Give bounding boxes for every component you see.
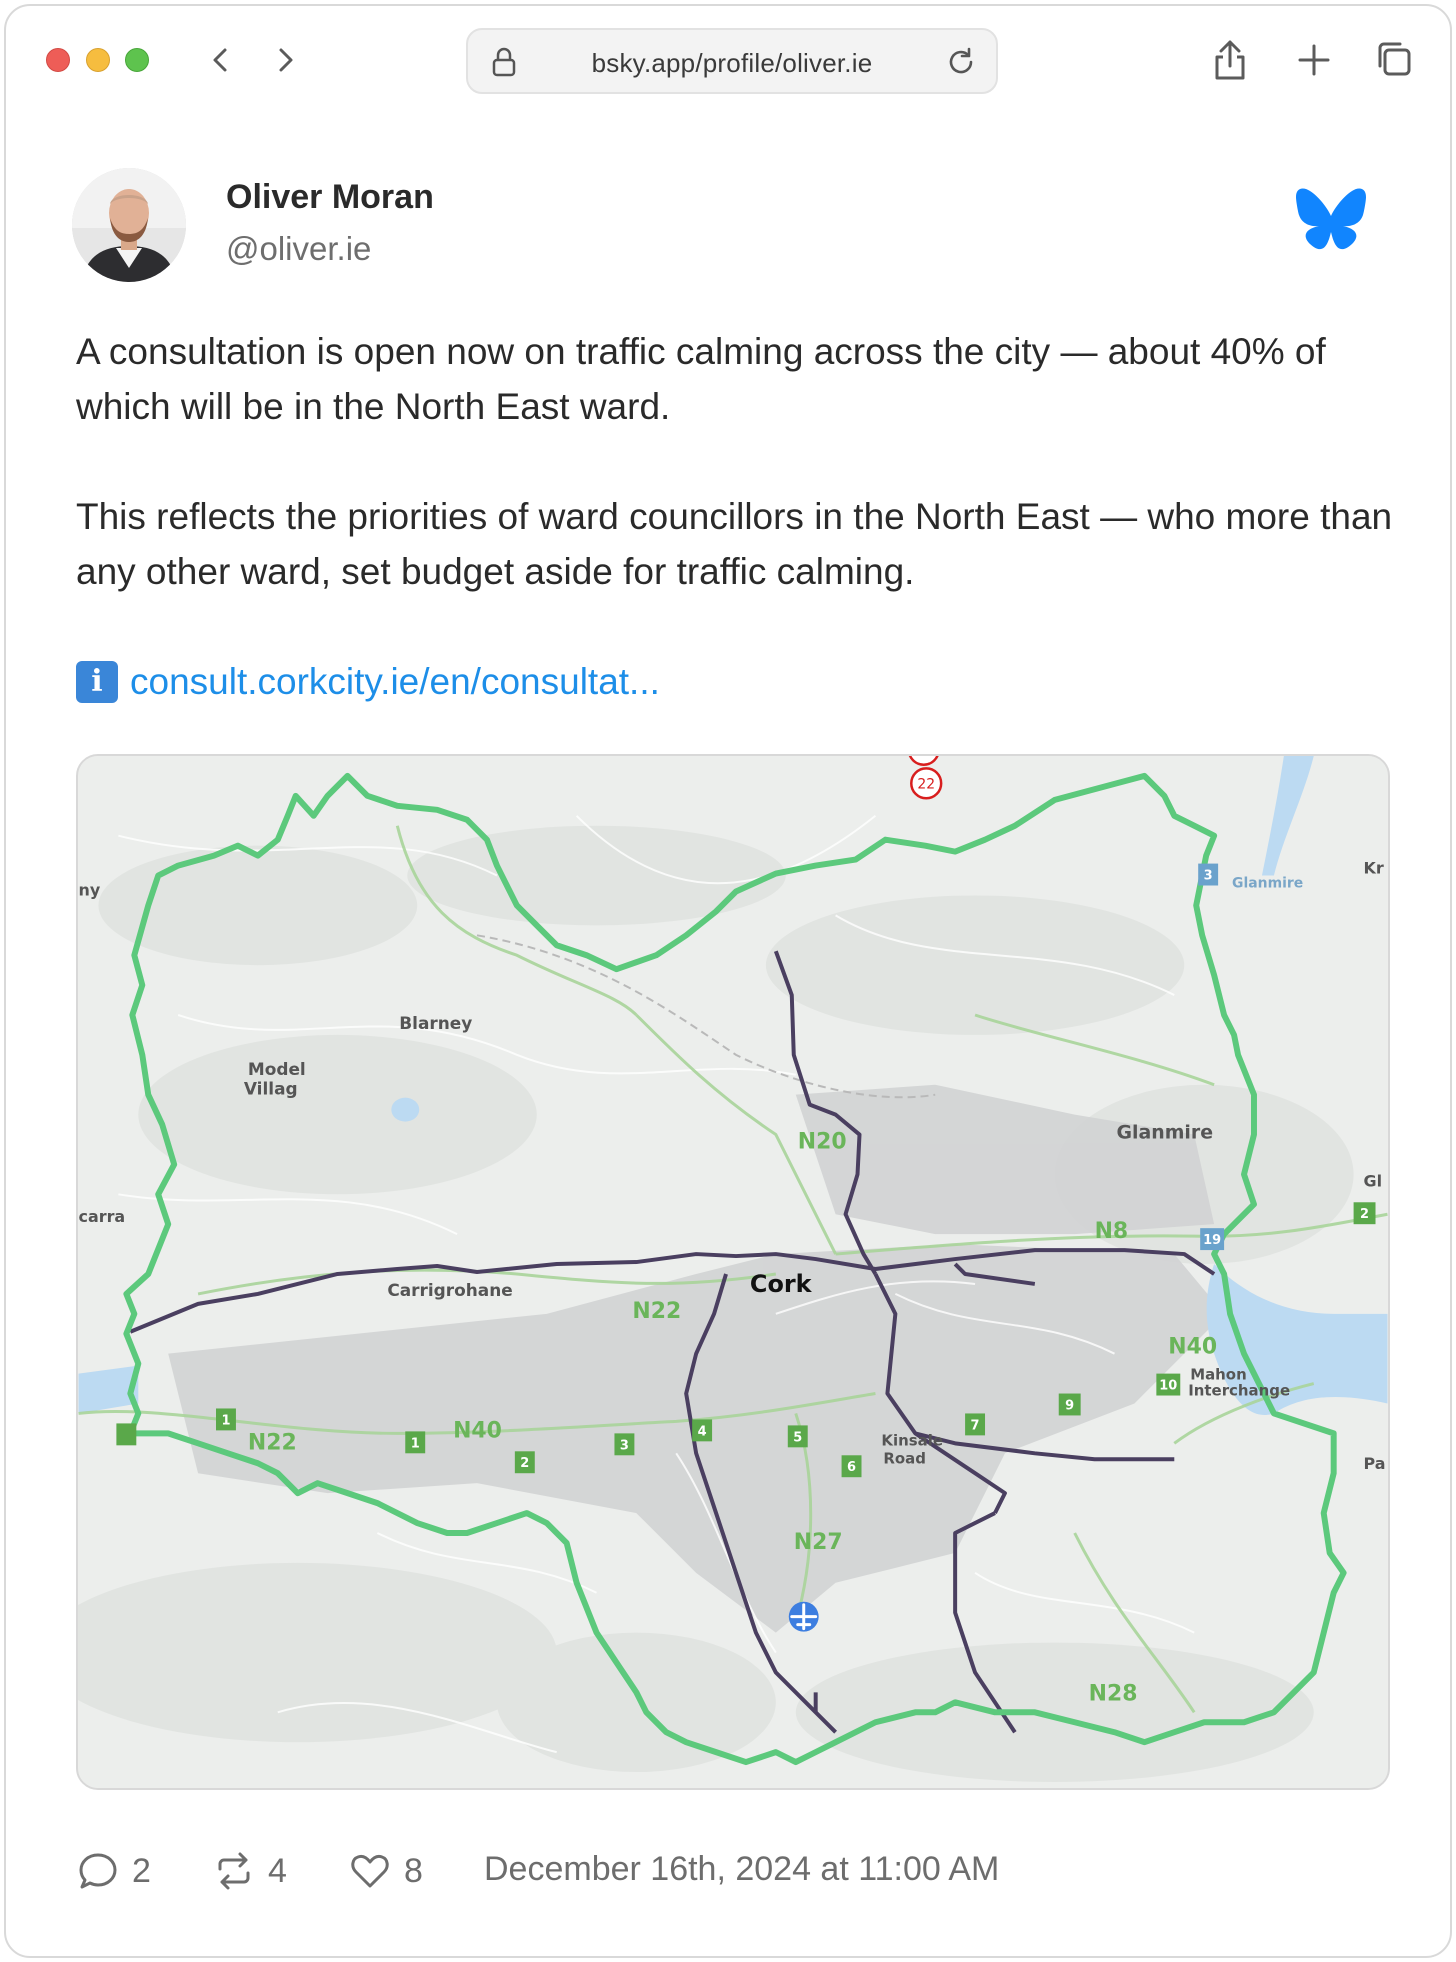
post-body: A consultation is open now on traffic ca… <box>76 324 1406 654</box>
like-count: 8 <box>404 1851 423 1890</box>
browser-window: bsky.app/profile/oliver.ie Oliver Moran <box>4 4 1452 1958</box>
post-paragraph: A consultation is open now on traffic ca… <box>76 331 1326 427</box>
svg-text:1: 1 <box>221 1413 230 1428</box>
place-label: Blarney <box>399 1013 472 1033</box>
svg-text:7: 7 <box>971 1418 980 1433</box>
repost-button[interactable]: 4 <box>212 1846 287 1896</box>
svg-text:19: 19 <box>1203 1233 1221 1248</box>
place-label: Cork <box>750 1270 813 1298</box>
road-label: N22 <box>632 1299 681 1324</box>
place-label: Glanmire <box>1117 1122 1214 1144</box>
svg-text:5: 5 <box>793 1430 802 1445</box>
zoom-window-button[interactable] <box>125 48 149 72</box>
map-marker-label: 21 <box>915 756 933 759</box>
svg-text:2: 2 <box>1360 1207 1369 1222</box>
author-handle[interactable]: @oliver.ie <box>226 230 371 268</box>
repost-icon <box>218 1852 250 1890</box>
svg-text:2: 2 <box>520 1456 529 1471</box>
place-label: Villag <box>244 1079 298 1099</box>
tabs-icon <box>1378 42 1411 76</box>
minimize-window-button[interactable] <box>86 48 110 72</box>
road-label: N20 <box>798 1129 847 1154</box>
address-bar[interactable]: bsky.app/profile/oliver.ie <box>466 28 998 94</box>
place-label: carra <box>79 1207 126 1226</box>
author-name[interactable]: Oliver Moran <box>226 178 434 217</box>
new-tab-button[interactable] <box>1292 36 1336 84</box>
map-canvas: 1 1 2 3 4 5 6 7 9 10 19 3 2 N20 N22 N22 … <box>78 756 1388 1788</box>
place-label: Pa <box>1364 1454 1386 1473</box>
svg-text:3: 3 <box>1204 869 1213 884</box>
place-label: Kinsale <box>881 1431 943 1449</box>
place-label: Model <box>248 1059 306 1079</box>
svg-text:10: 10 <box>1159 1379 1177 1394</box>
consultation-link[interactable]: consult.corkcity.ie/en/consultat... <box>130 654 660 709</box>
place-label: Road <box>883 1449 926 1467</box>
browser-toolbar: bsky.app/profile/oliver.ie <box>6 6 1450 111</box>
post-link-row: i consult.corkcity.ie/en/consultat... <box>76 654 660 709</box>
info-icon: i <box>76 660 118 703</box>
post-paragraph: This reflects the priorities of ward cou… <box>76 496 1393 592</box>
url-text: bsky.app/profile/oliver.ie <box>591 48 873 78</box>
post-actions: 2 4 8 December 16th, 2024 at 11:00 AM <box>76 1846 1376 1896</box>
reload-icon[interactable] <box>944 45 978 79</box>
place-label: Glanmire <box>1232 875 1303 891</box>
svg-text:3: 3 <box>620 1438 629 1453</box>
reply-button[interactable]: 2 <box>76 1846 151 1896</box>
svg-text:6: 6 <box>847 1460 856 1475</box>
road-label: N40 <box>453 1418 502 1443</box>
road-label: N27 <box>794 1530 843 1555</box>
place-label: Kr <box>1364 859 1384 878</box>
share-button[interactable] <box>1208 36 1252 84</box>
chevron-left-icon <box>213 48 227 72</box>
post-timestamp[interactable]: December 16th, 2024 at 11:00 AM <box>484 1850 999 1889</box>
close-window-button[interactable] <box>46 48 70 72</box>
chevron-right-icon <box>279 48 293 72</box>
share-icon <box>1215 40 1245 80</box>
svg-text:1: 1 <box>411 1436 420 1451</box>
repost-count: 4 <box>268 1851 287 1890</box>
road-label: N28 <box>1089 1681 1138 1706</box>
back-button[interactable] <box>204 42 238 78</box>
svg-text:9: 9 <box>1065 1398 1074 1413</box>
butterfly-icon[interactable] <box>1294 186 1368 252</box>
airport-icon <box>788 1601 819 1632</box>
road-label: N22 <box>248 1430 297 1455</box>
place-label: Carrigrohane <box>387 1280 512 1300</box>
author-avatar[interactable] <box>72 168 186 282</box>
road-label: N8 <box>1095 1219 1129 1244</box>
like-button[interactable]: 8 <box>348 1846 423 1896</box>
map-marker-label: 22 <box>917 776 935 792</box>
place-label: ny <box>79 880 101 899</box>
svg-text:4: 4 <box>698 1424 707 1439</box>
post-image-map[interactable]: 1 1 2 3 4 5 6 7 9 10 19 3 2 N20 N22 N22 … <box>76 754 1390 1790</box>
speech-bubble-icon <box>79 1853 117 1889</box>
reply-count: 2 <box>132 1851 151 1890</box>
tab-overview-button[interactable] <box>1372 36 1416 84</box>
place-label: Interchange <box>1188 1382 1290 1400</box>
plus-icon <box>1298 44 1330 76</box>
place-label: Gl <box>1364 1171 1383 1190</box>
heart-icon <box>351 1854 389 1888</box>
map-marker-22: 22 <box>910 767 943 800</box>
forward-button[interactable] <box>268 42 302 78</box>
road-label: N40 <box>1168 1335 1217 1360</box>
